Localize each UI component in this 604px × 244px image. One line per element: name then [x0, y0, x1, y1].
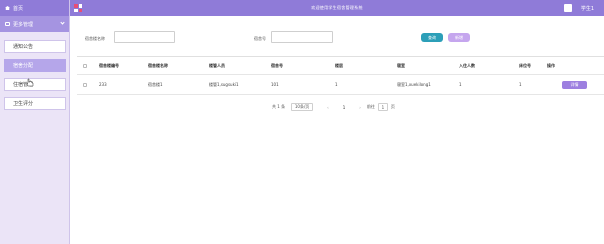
column-header: 宿舍楼名称 — [148, 62, 168, 68]
table-cell: 1 — [459, 82, 462, 87]
goto-label: 前往 — [366, 104, 375, 109]
page-size-value: 10条/页 — [294, 104, 310, 109]
goto-page-value: 1 — [381, 104, 385, 110]
table-cell: 宿舍楼1 — [148, 81, 163, 87]
table-cell: 101 — [271, 82, 279, 87]
add-button[interactable]: 新增 — [448, 33, 470, 42]
sidebar-group-label: 更多管理 — [13, 21, 34, 28]
page-size-select[interactable]: 10条/页 — [291, 103, 314, 111]
folder-icon — [5, 22, 10, 26]
table-cell: 寝室1,xuekilong1 — [397, 81, 431, 87]
sidebar-item-accommodation[interactable]: 住宿管理 — [4, 78, 66, 91]
sidebar-item-hygiene-score[interactable]: 卫生评分 — [4, 97, 66, 110]
system-title: 欢迎使用学生宿舍管理系统 — [311, 5, 363, 10]
column-header: 楼管人员 — [209, 62, 225, 68]
column-header: 床位号 — [519, 62, 531, 68]
avatar[interactable] — [564, 4, 572, 12]
table-cell: 1 — [519, 82, 522, 87]
table-header-row: 宿舍楼编号 宿舍楼名称 楼管人员 宿舍号 楼层 寝室 入住人数 床位号 操作 — [77, 57, 604, 75]
page-number[interactable]: 1 — [343, 105, 346, 110]
pagination: 共 1 条 10条/页 ‹ 1 › 前往 1 页 — [272, 103, 395, 111]
detail-button[interactable]: 详情 — [562, 80, 587, 89]
row-checkbox[interactable] — [83, 82, 87, 87]
column-header: 寝室 — [397, 62, 405, 68]
table-cell: 1 — [335, 82, 338, 87]
sidebar-item-dorm-allocation[interactable]: 宿舍分配 — [4, 59, 66, 72]
table-cell: 楼管1,sugsuki1 — [209, 81, 239, 87]
goto-suffix: 页 — [390, 104, 395, 109]
total-count: 共 1 条 — [272, 104, 286, 109]
top-header: 欢迎使用学生宿舍管理系统 学生1 — [70, 0, 604, 16]
sidebar-home[interactable]: 首页 — [0, 0, 69, 16]
select-all-checkbox[interactable] — [83, 63, 87, 68]
building-name-input[interactable] — [114, 31, 175, 43]
sidebar-item-notice[interactable]: 通知公告 — [4, 40, 66, 53]
sidebar: 首页 更多管理 通知公告 宿舍分配 住宿管理 卫生评分 — [0, 0, 70, 244]
query-button[interactable]: 查询 — [421, 33, 443, 42]
sidebar-item-label: 通知公告 — [13, 44, 34, 50]
table-row: 233 宿舍楼1 楼管1,sugsuki1 101 1 寝室1,xuekilon… — [77, 75, 604, 95]
column-header: 宿舍楼编号 — [99, 62, 119, 68]
home-icon — [5, 6, 10, 10]
sidebar-home-label: 首页 — [13, 5, 24, 12]
data-table: 宿舍楼编号 宿舍楼名称 楼管人员 宿舍号 楼层 寝室 入住人数 床位号 操作 2… — [77, 56, 604, 95]
column-header: 入住人数 — [459, 62, 475, 68]
column-header: 楼层 — [335, 62, 343, 68]
column-header: 操作 — [547, 62, 555, 68]
sidebar-group-more[interactable]: 更多管理 — [0, 16, 69, 32]
sidebar-item-label: 卫生评分 — [13, 101, 34, 107]
prev-page-icon[interactable]: ‹ — [327, 105, 329, 110]
chevron-down-icon — [60, 20, 65, 25]
user-name[interactable]: 学生1 — [581, 5, 594, 12]
hand-cursor-icon — [26, 78, 34, 87]
goto-page-input[interactable]: 1 — [377, 103, 388, 111]
room-number-label: 宿舍号 — [254, 36, 266, 41]
column-header: 宿舍号 — [271, 62, 283, 68]
building-name-label: 宿舍楼名称 — [85, 36, 105, 41]
room-number-input[interactable] — [271, 31, 333, 43]
next-page-icon[interactable]: › — [359, 105, 361, 110]
sidebar-item-label: 宿舍分配 — [13, 63, 34, 69]
table-cell: 233 — [99, 82, 107, 87]
